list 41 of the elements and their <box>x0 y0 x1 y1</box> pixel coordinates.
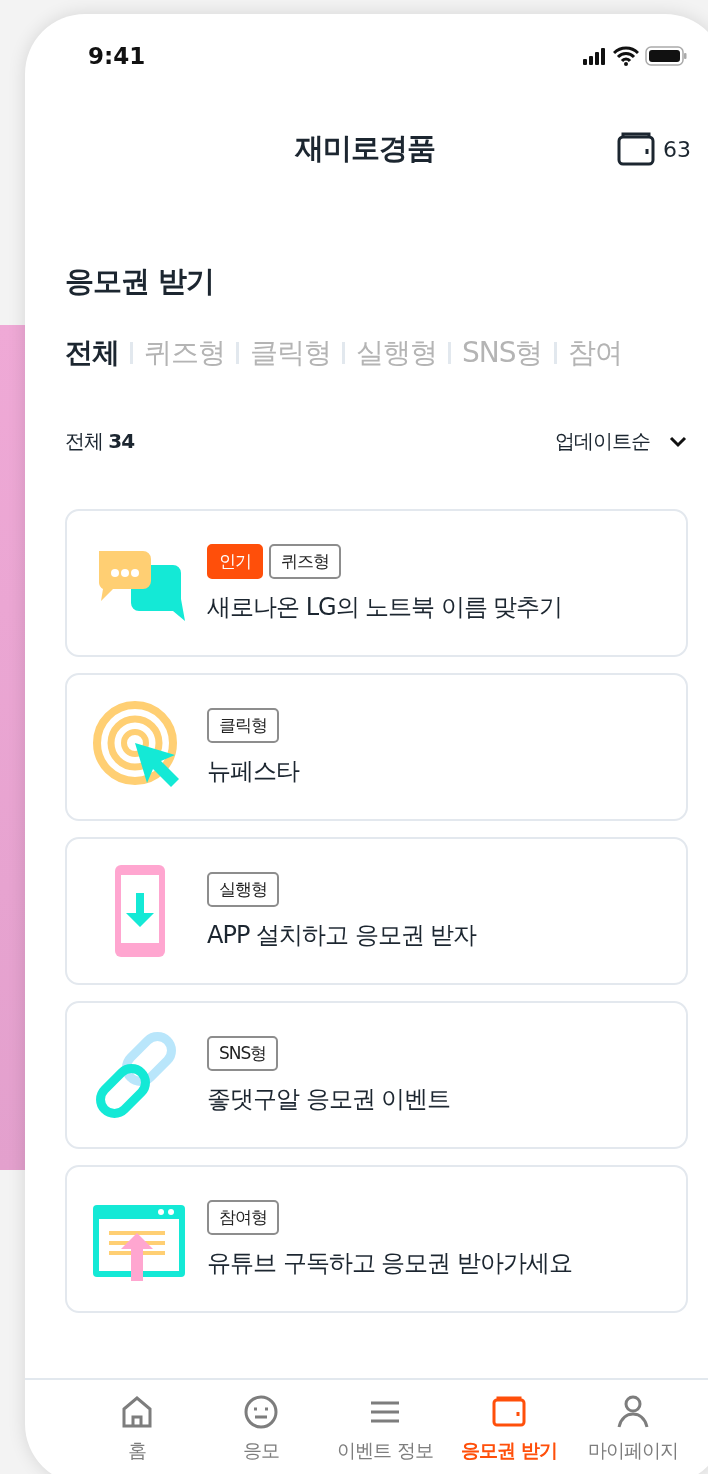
event-card[interactable]: 실행형 APP 설치하고 응모권 받자 <box>65 837 688 985</box>
nav-tab[interactable]: 마이페이지 <box>571 1394 695 1474</box>
event-title: 새로나온 LG의 노트북 이름 맞추기 <box>207 591 563 623</box>
event-title: 뉴페스타 <box>207 755 299 787</box>
event-card[interactable]: SNS형 좋댓구알 응모권 이벤트 <box>65 1001 688 1149</box>
battery-icon <box>645 45 687 67</box>
status-time: 9:41 <box>88 43 146 69</box>
category-tab[interactable]: 참여 <box>567 334 622 372</box>
sort-dropdown[interactable]: 업데이트순 <box>555 428 688 455</box>
type-tag: 퀴즈형 <box>269 543 341 579</box>
type-tag: 클릭형 <box>207 707 279 743</box>
section-title: 응모권 받기 <box>65 263 216 300</box>
total-count: 전체 34 <box>65 428 135 455</box>
chevron-down-icon <box>668 434 688 449</box>
app-title: 재미로경품 <box>295 130 435 167</box>
category-tab[interactable]: SNS형 <box>462 334 543 372</box>
nav-tab[interactable]: 홈 <box>75 1394 199 1474</box>
face-icon <box>243 1394 279 1430</box>
category-tab[interactable]: 전체 <box>65 334 119 372</box>
event-title: 좋댓구알 응모권 이벤트 <box>207 1083 451 1115</box>
type-tag: SNS형 <box>207 1035 279 1071</box>
wifi-icon <box>613 46 639 66</box>
type-tag: 참여형 <box>207 1199 279 1235</box>
nav-tab[interactable]: 이벤트 정보 <box>323 1394 447 1474</box>
wallet-icon <box>491 1394 527 1430</box>
nav-tab[interactable]: 응모 <box>199 1394 323 1474</box>
type-tag: 실행형 <box>207 871 279 907</box>
popular-tag: 인기 <box>207 543 263 579</box>
signal-icon <box>583 47 607 65</box>
category-tab[interactable]: 클릭형 <box>250 334 331 372</box>
event-card[interactable]: 참여형 유튜브 구독하고 응모권 받아가세요 <box>65 1165 688 1313</box>
event-card[interactable]: 클릭형 뉴페스타 <box>65 673 688 821</box>
category-tab[interactable]: 실행형 <box>356 334 437 372</box>
event-title: APP 설치하고 응모권 받자 <box>207 919 477 951</box>
nav-tab[interactable]: 응모권 받기 <box>447 1394 571 1474</box>
wallet-icon[interactable] <box>617 132 655 166</box>
ticket-count: 63 <box>663 136 691 162</box>
person-icon <box>615 1394 651 1430</box>
category-tab[interactable]: 퀴즈형 <box>144 334 225 372</box>
event-title: 유튜브 구독하고 응모권 받아가세요 <box>207 1247 572 1279</box>
event-card[interactable]: 인기 퀴즈형 새로나온 LG의 노트북 이름 맞추기 <box>65 509 688 657</box>
